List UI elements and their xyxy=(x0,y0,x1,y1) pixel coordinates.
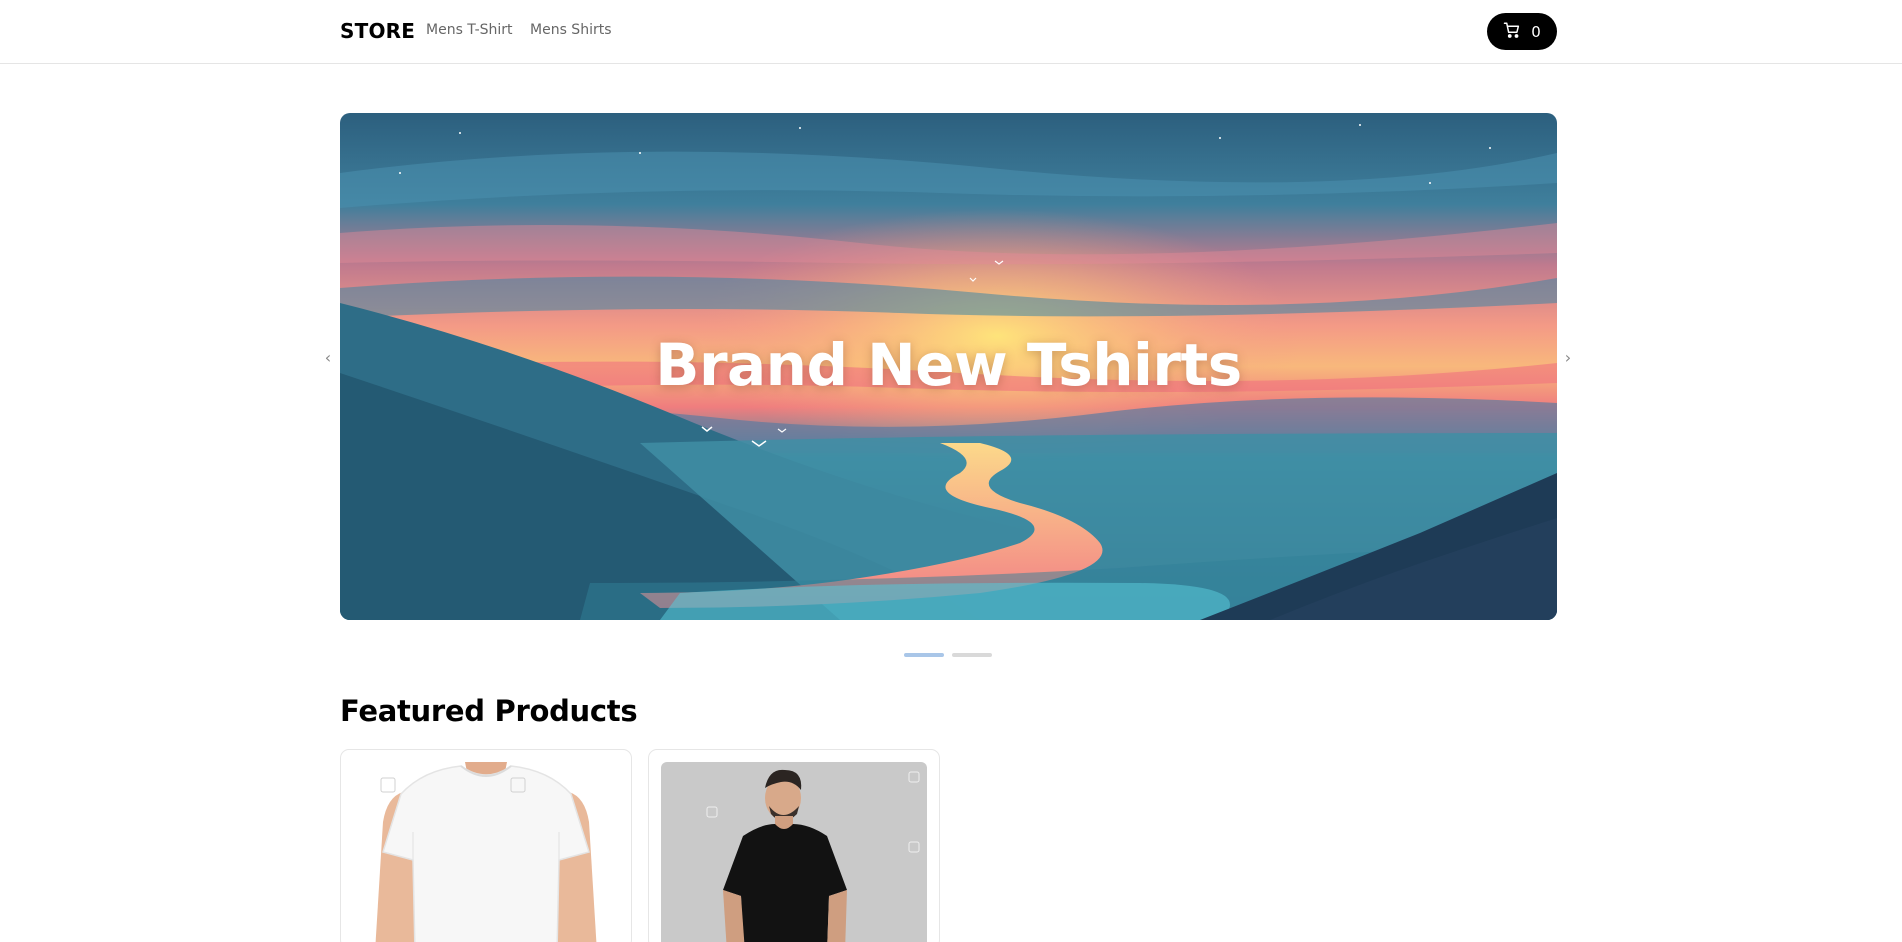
featured-products-title: Featured Products xyxy=(340,694,638,728)
chevron-right-icon: › xyxy=(1564,348,1572,367)
carousel-prev-button[interactable]: ‹ xyxy=(320,350,336,366)
brand-logo[interactable]: STORE xyxy=(340,19,415,43)
product-image-black-tshirt xyxy=(661,762,927,942)
carousel-indicators xyxy=(904,653,992,657)
hero-title: Brand New Tshirts xyxy=(655,331,1242,399)
nav-link-mens-shirts[interactable]: Mens Shirts xyxy=(530,22,612,38)
carousel-dot-1[interactable] xyxy=(904,653,944,657)
carousel-next-button[interactable]: › xyxy=(1560,350,1576,366)
product-card[interactable] xyxy=(648,749,940,942)
cart-icon xyxy=(1503,21,1521,43)
chevron-left-icon: ‹ xyxy=(324,348,332,367)
carousel-dot-2[interactable] xyxy=(952,653,992,657)
hero-carousel[interactable]: Brand New Tshirts xyxy=(340,113,1557,620)
cart-button[interactable]: 0 xyxy=(1487,13,1557,50)
navbar: STORE Mens T-Shirt Mens Shirts 0 xyxy=(0,0,1902,64)
nav-link-mens-tshirt[interactable]: Mens T-Shirt xyxy=(426,22,513,38)
cart-count: 0 xyxy=(1531,22,1541,41)
product-card[interactable] xyxy=(340,749,632,942)
product-image-white-tshirt xyxy=(353,762,619,942)
